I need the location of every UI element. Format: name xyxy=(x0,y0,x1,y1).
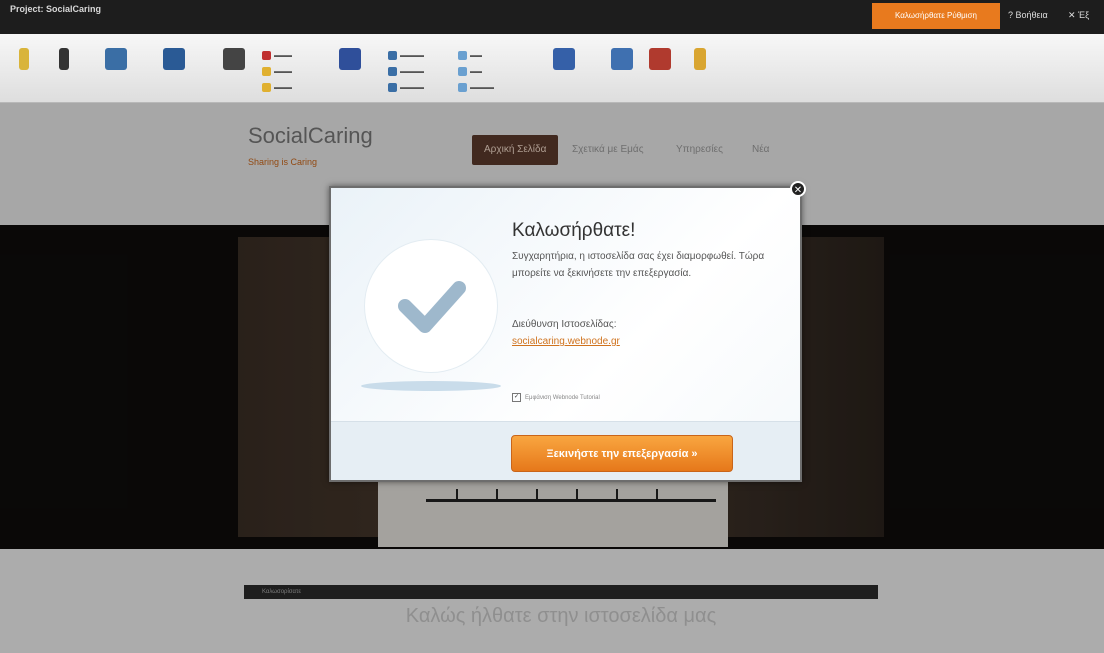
welcome-modal: Καλωσήρθατε! Συγχαρητήρια, η ιστοσελίδα … xyxy=(329,186,802,482)
ribbon-mini-7[interactable]: ▬▬ xyxy=(458,50,482,62)
red-icon xyxy=(262,50,271,60)
play-icon xyxy=(388,50,397,60)
grid-icon xyxy=(458,82,467,92)
check-icon xyxy=(365,240,497,372)
ribbon-mini-1[interactable]: ▬▬▬ xyxy=(262,50,292,62)
ribbon-mini-8[interactable]: ▬▬ xyxy=(458,66,482,78)
table-icon xyxy=(388,66,397,76)
ribbon-tool-6[interactable] xyxy=(326,48,374,94)
wrench-icon xyxy=(694,48,706,70)
brush-icon xyxy=(553,48,575,70)
ribbon-mini-6[interactable]: ▬▬▬▬ xyxy=(388,82,424,94)
title-bar: Project: SocialCaring Καλωσήρθατε Ρύθμισ… xyxy=(0,0,1104,34)
palette-icon xyxy=(649,48,671,70)
pencil-icon xyxy=(19,48,29,70)
ribbon-tool-4[interactable] xyxy=(150,48,198,94)
image-icon xyxy=(458,66,467,76)
ribbon-tool-10[interactable] xyxy=(676,48,724,94)
ribbon-tool-7[interactable] xyxy=(540,48,588,94)
tutorial-checkbox[interactable]: ✓ xyxy=(512,393,521,402)
ribbon-toolbar: ▬▬▬ ▬▬▬ ▬▬▬ ▬▬▬▬ ▬▬▬▬ ▬▬▬▬ ▬▬ ▬▬ ▬▬▬▬ xyxy=(0,34,1104,103)
star-icon xyxy=(262,82,271,92)
folder-icon xyxy=(262,66,271,76)
modal-message: Συγχαρητήρια, η ιστοσελίδα σας έχει διαμ… xyxy=(512,251,765,279)
help-link[interactable]: ? Βοήθεια xyxy=(1008,10,1048,20)
template-icon xyxy=(223,48,245,70)
checkmark-icon xyxy=(398,281,466,333)
ribbon-mini-5[interactable]: ▬▬▬▬ xyxy=(388,66,424,78)
ribbon-tool-5[interactable] xyxy=(210,48,258,94)
ribbon-tool-2[interactable] xyxy=(40,48,88,94)
ribbon-tool-3[interactable] xyxy=(92,48,140,94)
close-icon[interactable]: ✕ xyxy=(790,181,806,197)
ribbon-mini-9[interactable]: ▬▬▬▬ xyxy=(458,82,494,94)
ribbon-mini-3[interactable]: ▬▬▬ xyxy=(262,82,292,94)
chart-icon xyxy=(458,50,467,60)
exit-link[interactable]: ✕ Έξ xyxy=(1068,10,1089,21)
lightning-icon xyxy=(59,48,69,70)
tutorial-checkbox-label: Εμφάνιση Webnode Tutorial xyxy=(525,395,600,402)
page-icon xyxy=(105,48,127,70)
address-link[interactable]: socialcaring.webnode.gr xyxy=(512,336,620,347)
welcome-settings-button[interactable]: Καλωσήρθατε Ρύθμιση xyxy=(872,3,1000,29)
check-shadow xyxy=(361,381,501,391)
tutorial-checkbox-row[interactable]: ✓ Εμφάνιση Webnode Tutorial xyxy=(512,393,600,402)
list-icon xyxy=(388,82,397,92)
modal-title: Καλωσήρθατε! xyxy=(512,220,636,241)
text-style-icon xyxy=(339,48,361,70)
ribbon-mini-4[interactable]: ▬▬▬▬ xyxy=(388,50,424,62)
ribbon-mini-2[interactable]: ▬▬▬ xyxy=(262,66,292,78)
photo-icon xyxy=(611,48,633,70)
start-editing-button[interactable]: Ξεκινήστε την επεξεργασία » xyxy=(511,435,733,472)
monitor-icon xyxy=(163,48,185,70)
address-label: Διεύθυνση Ιστοσελίδας: xyxy=(512,319,617,330)
app-title: Project: SocialCaring xyxy=(10,4,102,14)
